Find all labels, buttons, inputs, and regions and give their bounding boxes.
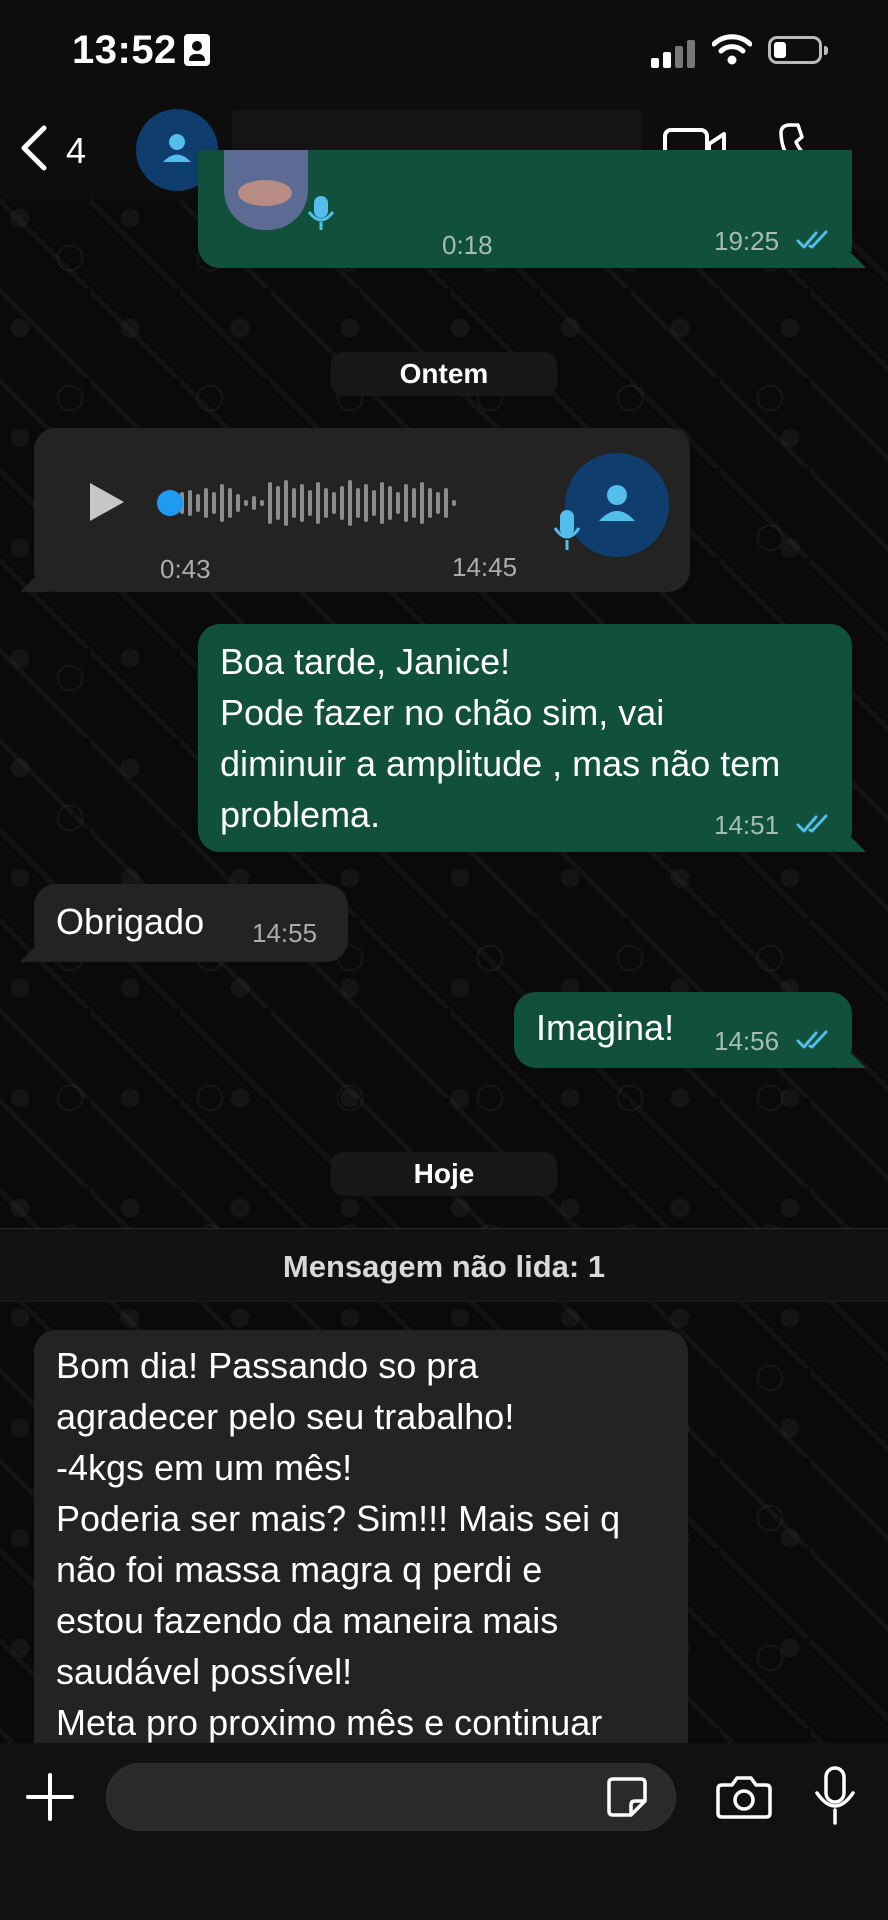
microphone-icon xyxy=(815,1766,855,1825)
message-text: Obrigado xyxy=(56,901,205,942)
camera-icon xyxy=(716,1776,772,1819)
outgoing-message[interactable]: Imagina! 14:56 xyxy=(514,992,866,1068)
camera-button[interactable] xyxy=(716,1773,772,1819)
message-time: 14:51 xyxy=(714,810,780,840)
message-time: 14:45 xyxy=(452,552,518,582)
double-check-icon xyxy=(796,1030,828,1049)
attach-button[interactable] xyxy=(26,1773,74,1821)
microphone-icon xyxy=(553,510,581,550)
message-input[interactable] xyxy=(106,1763,676,1831)
sender-photo xyxy=(224,150,308,230)
back-button[interactable]: 4 xyxy=(10,118,100,180)
unread-messages-banner: Mensagem não lida: 1 xyxy=(0,1228,888,1302)
message-time: 19:25 xyxy=(714,226,780,256)
play-icon xyxy=(90,483,124,521)
unread-messages-label: Mensagem não lida: 1 xyxy=(282,1249,606,1284)
status-bar: 13:52 xyxy=(0,0,888,100)
composer-bar xyxy=(0,1743,888,1920)
status-time: 13:52 xyxy=(72,28,177,72)
cellular-signal-icon xyxy=(651,38,697,68)
sticker-button[interactable] xyxy=(605,1775,649,1819)
contact-card-icon xyxy=(184,34,210,66)
voice-waveform[interactable] xyxy=(156,468,516,538)
back-chevron-icon xyxy=(21,125,47,171)
incoming-message[interactable]: Bom dia! Passando so pra agradecer pelo … xyxy=(34,1330,688,1750)
microphone-icon xyxy=(307,196,335,230)
sticker-icon xyxy=(607,1777,647,1817)
plus-icon xyxy=(26,1773,74,1821)
outgoing-message[interactable]: Boa tarde, Janice! Pode fazer no chão si… xyxy=(198,624,866,852)
outgoing-voice-message-partial[interactable]: 0:18 19:25 xyxy=(198,150,866,268)
wifi-icon xyxy=(712,34,752,65)
message-text: Bom dia! Passando so pra agradecer pelo … xyxy=(56,1345,621,1743)
battery-icon xyxy=(768,36,828,64)
play-button[interactable] xyxy=(84,480,128,524)
voice-duration: 0:43 xyxy=(160,554,211,584)
double-check-icon xyxy=(796,814,828,833)
message-time: 14:56 xyxy=(714,1026,780,1056)
voice-duration: 0:18 xyxy=(442,230,493,260)
message-time: 14:55 xyxy=(252,918,318,948)
date-separator-yesterday: Ontem xyxy=(331,352,557,396)
message-text: Imagina! xyxy=(536,1007,675,1048)
unread-chats-count: 4 xyxy=(66,130,87,171)
record-voice-button[interactable] xyxy=(812,1765,858,1827)
double-check-icon xyxy=(796,230,828,249)
battery-level xyxy=(774,42,786,58)
incoming-message[interactable]: Obrigado 14:55 xyxy=(20,884,348,962)
date-separator-today: Hoje xyxy=(331,1152,557,1196)
